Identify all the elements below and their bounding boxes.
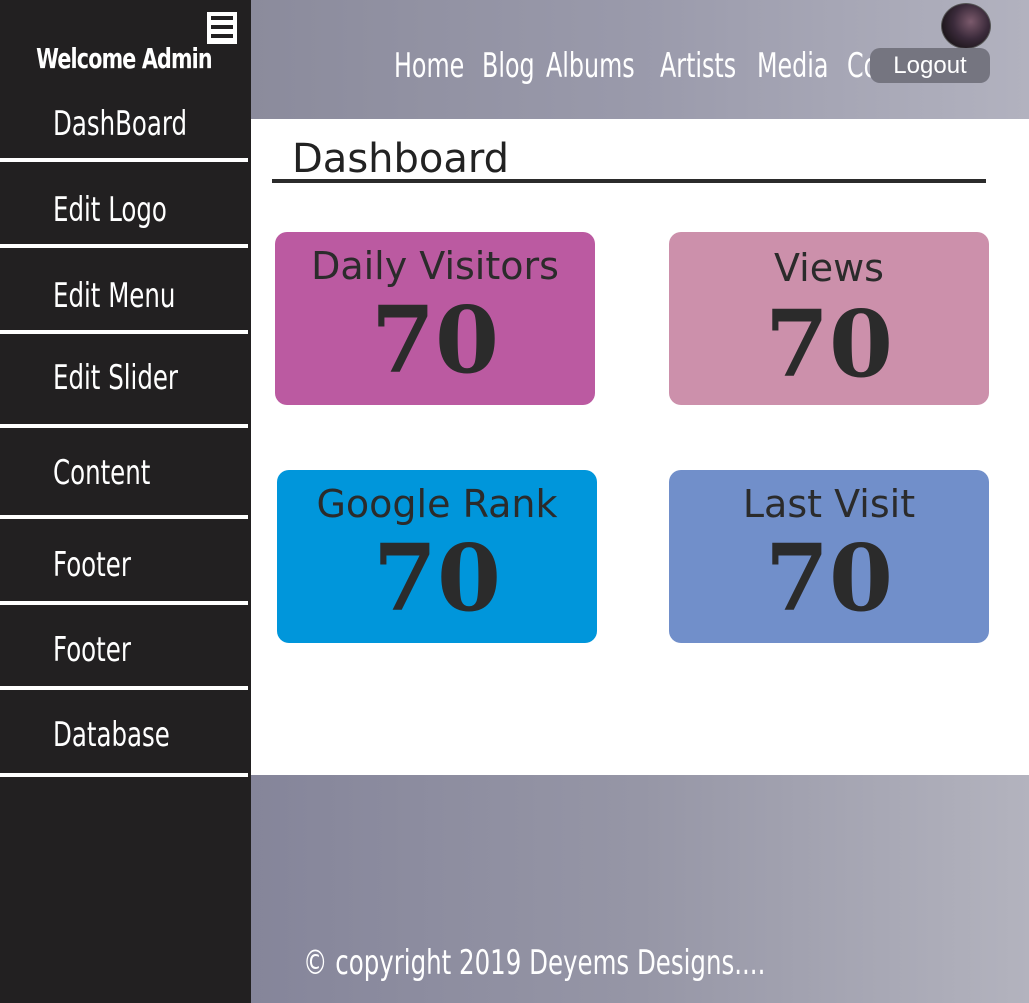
sidebar-item-label: Edit Logo (53, 190, 167, 230)
sidebar-item-edit-menu[interactable]: Edit Menu (0, 250, 248, 334)
top-header: Home Blog Albums Artists Media Contact L… (251, 0, 1029, 119)
sidebar-item-label: Footer (53, 545, 131, 585)
card-value: 70 (370, 286, 500, 394)
sidebar-item-label: Footer (53, 630, 131, 670)
logout-button[interactable]: Logout (870, 48, 990, 83)
sidebar-item-label: Edit Slider (53, 358, 178, 398)
sidebar-item-edit-slider[interactable]: Edit Slider (0, 336, 248, 428)
copyright-text: © copyright 2019 Deyems Designs.... (303, 943, 766, 983)
card-last-visit: Last Visit 70 (669, 470, 989, 643)
sidebar-item-database[interactable]: Database (0, 690, 248, 777)
sidebar-item-edit-logo[interactable]: Edit Logo (0, 164, 248, 248)
avatar[interactable] (941, 3, 991, 49)
nav-link-media[interactable]: Media (757, 46, 828, 86)
card-label: Views (774, 246, 884, 290)
card-value: 70 (372, 524, 502, 632)
sidebar-item-footer-2[interactable]: Footer (0, 605, 248, 690)
sidebar-item-label: Edit Menu (53, 276, 176, 316)
nav-link-artists[interactable]: Artists (660, 46, 736, 86)
title-divider (272, 179, 986, 183)
nav-link-home[interactable]: Home (394, 46, 464, 86)
card-views: Views 70 (669, 232, 989, 405)
card-label: Google Rank (316, 482, 558, 526)
sidebar-item-footer[interactable]: Footer (0, 519, 248, 605)
card-value: 70 (764, 524, 894, 632)
sidebar: Welcome Admin DashBoard Edit Logo Edit M… (0, 0, 251, 1003)
card-label: Last Visit (742, 482, 916, 526)
sidebar-item-content[interactable]: Content (0, 428, 248, 519)
card-google-rank: Google Rank 70 (277, 470, 597, 643)
footer: © copyright 2019 Deyems Designs.... (251, 775, 1029, 1003)
sidebar-item-label: Database (53, 715, 170, 755)
sidebar-item-dashboard[interactable]: DashBoard (0, 78, 248, 162)
card-value: 70 (764, 290, 894, 398)
page-title: Dashboard (292, 136, 510, 182)
card-label: Daily Visitors (311, 244, 559, 288)
sidebar-item-label: Content (53, 453, 151, 493)
nav-link-albums[interactable]: Albums (546, 46, 635, 86)
hamburger-menu-icon[interactable] (205, 10, 239, 46)
nav-link-blog[interactable]: Blog (482, 46, 535, 86)
welcome-text: Welcome Admin (36, 42, 212, 75)
sidebar-item-label: DashBoard (53, 104, 188, 144)
card-daily-visitors: Daily Visitors 70 (275, 232, 595, 405)
